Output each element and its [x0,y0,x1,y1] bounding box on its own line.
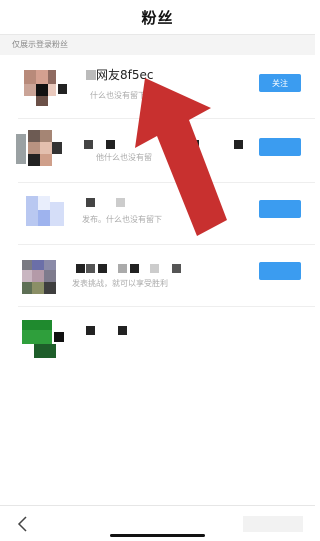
blur-block [76,264,85,273]
avatar[interactable] [16,126,68,176]
back-arrow-icon[interactable] [16,516,30,532]
fan-row-5[interactable] [0,310,315,370]
follow-button[interactable] [259,200,301,218]
fan-row-4[interactable]: 发表挑战，就可以享受胜利 [0,248,315,308]
blur-block [86,198,95,207]
divider [18,244,315,245]
avatar[interactable] [18,316,68,366]
blur-block [86,70,96,80]
page-title: 粉丝 [141,8,174,27]
follow-button[interactable] [259,262,301,280]
blur-block [130,264,139,273]
blur-block [116,198,125,207]
annotation-arrow-icon [135,78,227,236]
blur-block [118,264,127,273]
blur-block [118,326,127,335]
blur-block [150,264,159,273]
blur-block [86,326,95,335]
avatar[interactable] [18,254,68,304]
blur-block [172,264,181,273]
bottom-bar [0,505,315,541]
blur-block [106,140,115,149]
blur-block [84,140,93,149]
follow-button[interactable] [259,138,301,156]
blur-block [86,264,95,273]
page-header: 粉丝 [0,0,315,34]
blur-block [98,264,107,273]
blur-block [243,516,303,532]
fans-notice-text: 仅展示登录粉丝 [12,40,68,49]
divider [18,306,315,307]
avatar[interactable] [18,64,68,114]
home-indicator [110,534,205,537]
fan-subtitle: 发表挑战，就可以享受胜利 [72,279,168,288]
follow-button[interactable]: 关注 [259,74,301,92]
avatar[interactable] [18,190,68,240]
fans-notice-bar: 仅展示登录粉丝 [0,34,315,55]
